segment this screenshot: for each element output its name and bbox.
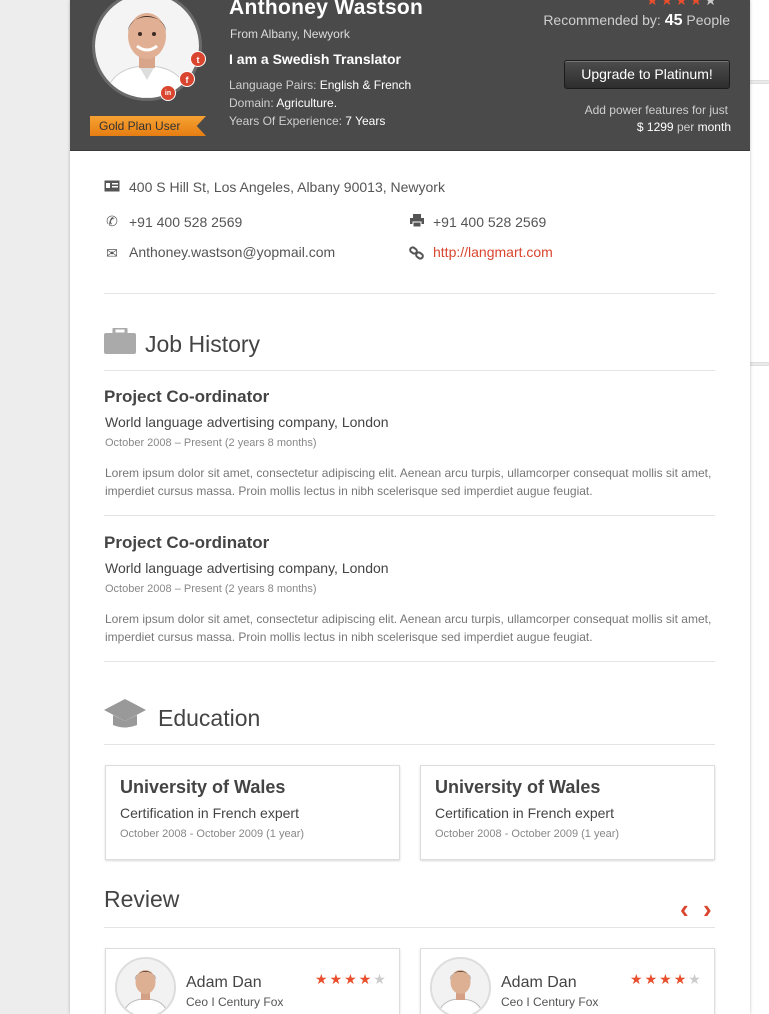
star-icon: ★ [373, 971, 388, 987]
star-icon: ★ [660, 0, 676, 8]
education-university: University of Wales [435, 777, 601, 797]
education-certification: Certification in French expert [120, 805, 299, 821]
education-university: University of Wales [120, 777, 286, 797]
reviewer-rating: ★★★★★ [630, 971, 703, 988]
star-icon: ★ [704, 0, 719, 8]
reviewer-role: Ceo I Century Fox [501, 995, 599, 1009]
reviewer-name: Adam Dan [501, 974, 577, 991]
star-icon: ★ [646, 0, 661, 8]
job-company: World language advertising company, Lond… [105, 414, 389, 430]
job-dates: October 2008 – Present (2 years 8 months… [105, 583, 317, 595]
email-text[interactable]: Anthoney.wastson@yopmail.com [129, 244, 335, 260]
review-card: Adam Dan Ceo I Century Fox ★★★★★ [420, 948, 715, 1014]
price-value: $ 1299 [636, 120, 674, 134]
profile-location: From Albany, Newyork [230, 27, 350, 41]
education-heading: Education [158, 705, 261, 731]
language-pairs: Language Pairs: English & French [229, 78, 411, 92]
star-icon: ★ [644, 971, 660, 987]
upgrade-price: $ 1299 per month [637, 120, 731, 134]
education-certification: Certification in French expert [435, 805, 614, 821]
star-icon: ★ [630, 971, 645, 987]
language-pairs-value: English & French [319, 78, 412, 92]
address-text: 400 S Hill St, Los Angeles, Albany 90013… [129, 179, 445, 195]
address-card-icon [104, 180, 120, 194]
price-per: per [676, 120, 695, 134]
website-link[interactable]: http://langmart.com [433, 244, 553, 260]
background-card [750, 84, 769, 362]
divider [104, 661, 715, 662]
job-company: World language advertising company, Lond… [105, 560, 389, 576]
job-description: Lorem ipsum dolor sit amet, consectetur … [105, 466, 712, 498]
divider [104, 744, 715, 745]
education-card: University of Wales Certification in Fre… [105, 765, 400, 860]
fax-text: +91 400 528 2569 [433, 214, 547, 230]
graduation-cap-icon [104, 699, 146, 734]
reviewer-avatar [115, 957, 176, 1014]
twitter-icon[interactable]: t [190, 51, 206, 67]
star-icon: ★ [659, 971, 674, 987]
review-next-button[interactable]: › [703, 896, 712, 922]
star-icon: ★ [673, 971, 689, 987]
recommended-label: Recommended by: [543, 12, 661, 28]
star-icon: ★ [329, 971, 345, 987]
profile-name: Anthoney Wastson [229, 0, 424, 19]
job-dates: October 2008 – Present (2 years 8 months… [105, 437, 317, 449]
divider [104, 927, 715, 928]
experience-label: Years Of Experience: [229, 114, 342, 128]
divider [104, 370, 715, 371]
upgrade-button[interactable]: Upgrade to Platinum! [564, 60, 730, 89]
job-title: Project Co-ordinator [104, 533, 270, 552]
email-icon: ✉ [106, 245, 118, 261]
recommended-count: 45 [664, 12, 683, 29]
reviewer-name: Adam Dan [186, 974, 262, 991]
reviewer-rating: ★★★★★ [315, 971, 388, 988]
reviewer-role: Ceo I Century Fox [186, 995, 284, 1009]
briefcase-icon [104, 326, 136, 359]
reviewer-avatar [430, 957, 491, 1014]
review-heading: Review [104, 886, 180, 912]
phone-text: +91 400 528 2569 [129, 214, 243, 230]
star-icon: ★ [315, 971, 330, 987]
star-icon: ★ [344, 971, 359, 987]
phone-icon: ✆ [106, 213, 118, 229]
language-pairs-label: Language Pairs: [229, 78, 317, 92]
linkedin-icon[interactable]: in [160, 85, 176, 101]
upgrade-note: Add power features for just [584, 103, 728, 117]
profile-header: t f in Gold Plan User Anthoney Wastson F… [70, 0, 750, 151]
link-icon [409, 246, 425, 260]
review-prev-button[interactable]: ‹ [680, 896, 689, 922]
recommended-suffix: People [686, 12, 730, 28]
job-history-heading: Job History [145, 331, 261, 357]
background-card [750, 366, 769, 1014]
star-icon: ★ [688, 971, 703, 987]
profile-rating: ★★★★★ [646, 0, 719, 9]
experience: Years Of Experience: 7 Years [229, 114, 385, 128]
star-icon: ★ [358, 971, 374, 987]
facebook-icon[interactable]: f [179, 71, 195, 87]
background-card [750, 0, 769, 80]
price-period: month [697, 120, 731, 134]
profile-panel: t f in Gold Plan User Anthoney Wastson F… [70, 0, 750, 1014]
domain-label: Domain: [229, 96, 274, 110]
job-description: Lorem ipsum dolor sit amet, consectetur … [105, 612, 712, 644]
profile-tagline: I am a Swedish Translator [229, 51, 401, 67]
education-dates: October 2008 - October 2009 (1 year) [435, 828, 620, 840]
star-icon: ★ [675, 0, 690, 8]
recommended-by: Recommended by: 45 People [543, 12, 730, 30]
plan-badge: Gold Plan User [90, 116, 206, 136]
domain: Domain: Agriculture. [229, 96, 337, 110]
education-dates: October 2008 - October 2009 (1 year) [120, 828, 305, 840]
job-title: Project Co-ordinator [104, 387, 270, 406]
experience-value: 7 Years [345, 114, 386, 128]
review-card: Adam Dan Ceo I Century Fox ★★★★★ [105, 948, 400, 1014]
divider [104, 293, 715, 294]
domain-value: Agriculture. [276, 96, 338, 110]
star-icon: ★ [689, 0, 705, 8]
fax-icon [409, 214, 425, 228]
divider [104, 515, 715, 516]
education-card: University of Wales Certification in Fre… [420, 765, 715, 860]
